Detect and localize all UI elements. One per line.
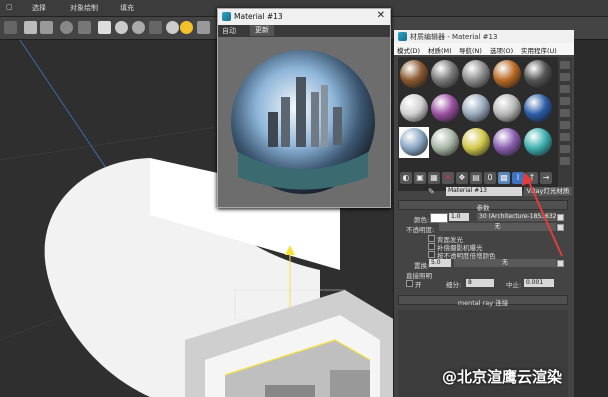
watermark: @北京渲鹰云渲染 — [442, 368, 563, 386]
red-arrow-head-icon — [522, 172, 533, 186]
annotation-overlay — [522, 172, 563, 257]
red-arrow-line — [527, 179, 563, 257]
